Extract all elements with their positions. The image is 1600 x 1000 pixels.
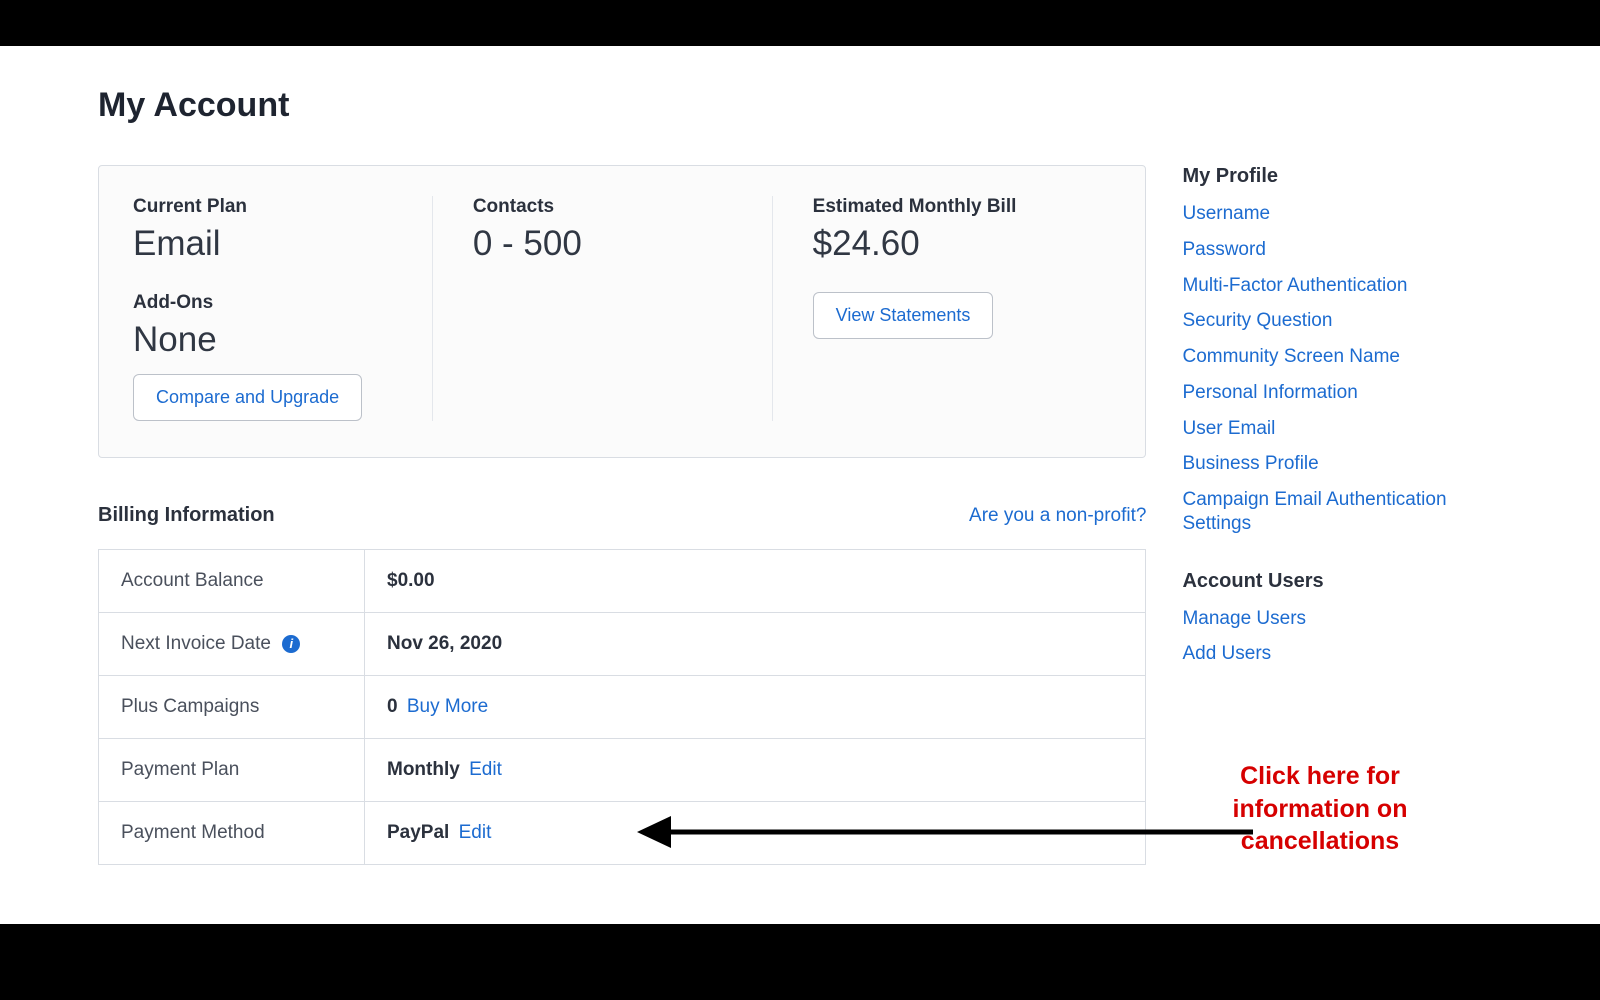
sidebar-link-manage-users[interactable]: Manage Users [1182,608,1306,629]
payment-plan-value: Monthly Edit [365,739,1146,802]
account-users-links: Manage Users Add Users [1182,607,1502,667]
table-row: Plus Campaigns 0 Buy More [99,676,1146,739]
my-profile-links: Username Password Multi-Factor Authentic… [1182,202,1502,536]
my-profile-heading: My Profile [1182,165,1502,188]
nonprofit-link[interactable]: Are you a non-profit? [969,505,1146,527]
info-icon[interactable]: i [282,635,300,653]
billing-table: Account Balance $0.00 Next Invoice Date … [98,549,1146,865]
plan-summary-card: Current Plan Email Add-Ons None Compare … [98,165,1146,458]
contacts-label: Contacts [473,196,742,218]
table-row: Next Invoice Date i Nov 26, 2020 [99,613,1146,676]
buy-more-link[interactable]: Buy More [407,696,488,717]
view-statements-button[interactable]: View Statements [813,292,994,339]
payment-method-label: Payment Method [99,802,365,865]
sidebar-link-username[interactable]: Username [1182,203,1270,224]
sidebar-link-mfa[interactable]: Multi-Factor Authentication [1182,275,1407,296]
payment-plan-label: Payment Plan [99,739,365,802]
contacts-value: 0 - 500 [473,224,742,264]
sidebar-link-personal-info[interactable]: Personal Information [1182,382,1357,403]
account-balance-value: $0.00 [365,550,1146,613]
payment-plan-edit-link[interactable]: Edit [469,759,502,780]
account-balance-label: Account Balance [99,550,365,613]
next-invoice-label: Next Invoice Date i [99,613,365,676]
sidebar-link-business-profile[interactable]: Business Profile [1182,453,1318,474]
estimated-bill-label: Estimated Monthly Bill [813,196,1082,218]
sidebar-link-community-name[interactable]: Community Screen Name [1182,346,1400,367]
sidebar-link-add-users[interactable]: Add Users [1182,643,1271,664]
table-row: Payment Plan Monthly Edit [99,739,1146,802]
sidebar-link-user-email[interactable]: User Email [1182,418,1275,439]
compare-upgrade-button[interactable]: Compare and Upgrade [133,374,362,421]
billing-info-heading: Billing Information [98,504,275,527]
payment-method-edit-link[interactable]: Edit [459,822,492,843]
account-users-heading: Account Users [1182,570,1502,593]
next-invoice-value: Nov 26, 2020 [365,613,1146,676]
add-ons-label: Add-Ons [133,292,402,314]
sidebar-link-password[interactable]: Password [1182,239,1265,260]
plus-campaigns-label: Plus Campaigns [99,676,365,739]
table-row: Payment Method PayPal Edit [99,802,1146,865]
current-plan-value: Email [133,224,402,264]
sidebar-link-security-question[interactable]: Security Question [1182,310,1332,331]
sidebar-link-email-auth-settings[interactable]: Campaign Email Authentication Settings [1182,489,1446,534]
payment-method-value: PayPal Edit [365,802,1146,865]
table-row: Account Balance $0.00 [99,550,1146,613]
current-plan-label: Current Plan [133,196,402,218]
add-ons-value: None [133,320,402,360]
estimated-bill-value: $24.60 [813,224,1082,264]
page-title: My Account [98,86,1502,125]
plus-campaigns-value: 0 Buy More [365,676,1146,739]
